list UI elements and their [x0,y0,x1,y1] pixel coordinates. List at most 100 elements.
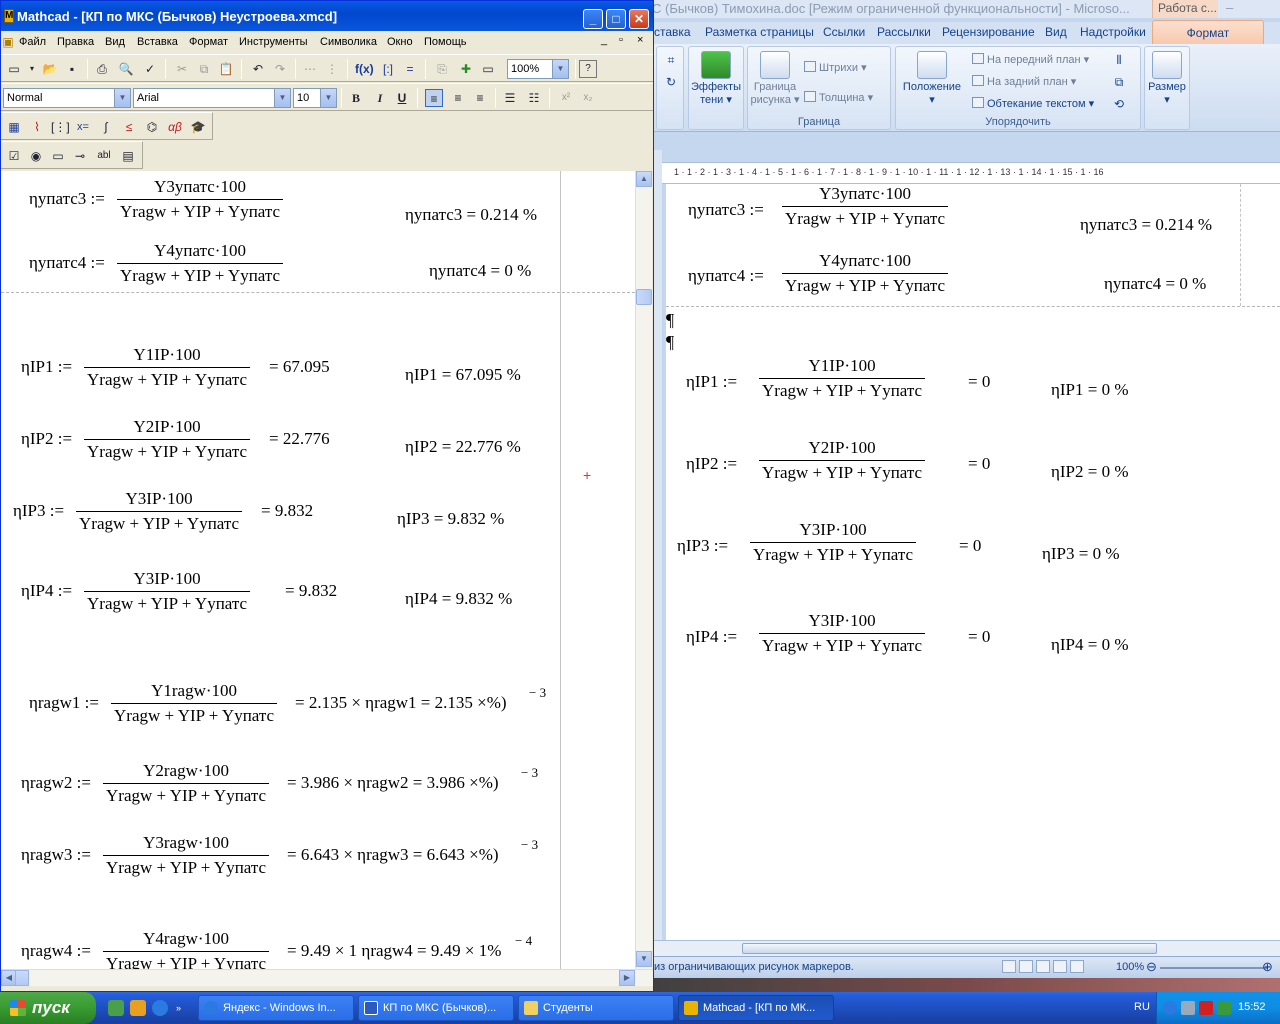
print-preview-icon[interactable]: 🔍 [117,60,135,78]
spell-check-icon[interactable]: ✓ [141,60,159,78]
mdi-minimize-icon[interactable]: _ [601,34,607,46]
text-wrap-button[interactable]: Обтекание текстом ▾ [972,97,1094,110]
word-horizontal-scrollbar[interactable] [652,940,1280,956]
zoom-in-icon[interactable]: ⊕ [1262,959,1273,975]
subscript-icon[interactable]: x₂ [579,89,597,107]
menu-insert[interactable]: Вставка [137,36,178,48]
rotate-icon[interactable]: ↻ [662,73,680,91]
undo-icon[interactable]: ↶ [249,60,267,78]
tab-page-layout[interactable]: Разметка страницы [705,25,814,39]
word-document-page[interactable]: ηупатс3 := Y3упатс·100 Yragw + YIP + Yуп… [666,184,1280,940]
graph-icon[interactable]: ⌇ [28,118,46,136]
menu-symbolics[interactable]: Символика [320,36,377,48]
send-to-back-button[interactable]: На задний план ▾ [972,75,1076,88]
shadow-effects-button[interactable]: Эффекты тени ▾ [691,51,741,107]
tab-insert[interactable]: ставка [654,25,691,39]
align-right-icon[interactable]: ≡ [471,89,489,107]
view-web-icon[interactable] [1036,960,1050,973]
insert-function-icon[interactable]: f(x) [355,60,374,78]
align-icon[interactable]: ⫴ [1110,51,1128,69]
push-button-control-icon[interactable]: ▭ [49,147,67,165]
menu-window[interactable]: Окно [387,36,413,48]
tab-review[interactable]: Рецензирование [942,25,1035,39]
italic-icon[interactable]: I [371,89,389,107]
menu-help[interactable]: Помощь [424,36,467,48]
bring-to-front-button[interactable]: На передний план ▾ [972,53,1089,66]
vertical-scrollbar[interactable]: ▲ ▼ [635,171,652,969]
tab-view[interactable]: Вид [1045,25,1067,39]
symbolic-icon[interactable]: 🎓 [189,118,207,136]
language-indicator[interactable]: RU [1134,1001,1150,1013]
view-buttons[interactable] [1002,960,1087,976]
underline-icon[interactable]: U [393,89,411,107]
matrix-icon[interactable]: [⋮] [51,118,70,136]
close-button[interactable]: ✕ [629,9,649,29]
evaluation-icon[interactable]: x= [74,118,92,136]
chevron-down-icon[interactable]: ▼ [552,60,568,78]
new-dropdown-icon[interactable]: ▾ [23,60,41,78]
tab-references[interactable]: Ссылки [823,25,865,39]
save-icon[interactable]: ▪ [63,60,81,78]
checkbox-control-icon[interactable]: ☑ [5,147,23,165]
quicklaunch-app-icon[interactable] [108,1000,124,1016]
numbering-icon[interactable]: ☷ [525,89,543,107]
insert-component-icon[interactable]: ✚ [457,60,475,78]
quicklaunch-media-icon[interactable] [130,1000,146,1016]
greek-icon[interactable]: αβ [166,118,184,136]
bold-icon[interactable]: B [347,89,365,107]
programming-icon[interactable]: ⌬ [143,118,161,136]
help-icon[interactable]: ? [579,60,597,78]
task-students-folder[interactable]: Студенты [518,995,674,1021]
menu-tools[interactable]: Инструменты [239,36,308,48]
menu-view[interactable]: Вид [105,36,125,48]
bullets-icon[interactable]: ☰ [501,89,519,107]
zoom-out-icon[interactable]: ⊖ [1146,959,1157,975]
start-button[interactable]: пуск [0,992,96,1024]
chevron-down-icon[interactable]: ▼ [114,89,130,107]
copy-icon[interactable]: ⧉ [195,60,213,78]
resources-icon[interactable]: ▭ [479,60,497,78]
network-icon[interactable] [1181,1001,1195,1015]
vscroll-thumb[interactable] [636,289,652,305]
tab-addins[interactable]: Надстройки [1080,25,1146,39]
zoom-slider[interactable] [1160,967,1268,969]
calculus-icon[interactable]: ∫ [97,118,115,136]
maximize-button[interactable]: □ [606,9,626,29]
calculate-icon[interactable]: = [401,60,419,78]
slider-control-icon[interactable]: ⊸ [71,147,89,165]
insert-hyperlink-icon[interactable]: ⎘ [433,60,451,78]
zoom-select[interactable]: 100% ▼ [507,59,569,79]
horizontal-scrollbar[interactable]: ◀ ▶ [1,969,653,986]
thickness-button[interactable]: Толщина ▾ [804,91,873,104]
print-icon[interactable]: ⎙ [93,60,111,78]
menu-format[interactable]: Формат [189,36,228,48]
view-draft-icon[interactable] [1070,960,1084,973]
textbox-control-icon[interactable]: abl [95,147,113,165]
align-across-icon[interactable]: ⋯ [301,60,319,78]
tab-format[interactable]: Формат [1152,20,1264,44]
word-window-buttons[interactable]: – □ [1220,0,1280,31]
chevron-down-icon[interactable]: ▼ [320,89,336,107]
view-fullscreen-icon[interactable] [1019,960,1033,973]
scroll-down-icon[interactable]: ▼ [636,951,652,967]
position-button[interactable]: Положение ▾ [898,51,966,107]
insert-unit-icon[interactable]: [:] [379,60,397,78]
size-button[interactable]: Размер ▾ [1147,51,1187,107]
scroll-up-icon[interactable]: ▲ [636,171,652,187]
align-center-icon[interactable]: ≡ [449,89,467,107]
safely-remove-icon[interactable] [1217,1001,1231,1015]
align-down-icon[interactable]: ⋮ [323,60,341,78]
internet-explorer-icon[interactable] [152,1000,168,1016]
listbox-control-icon[interactable]: ▤ [119,147,137,165]
scroll-right-icon[interactable]: ▶ [619,970,635,986]
mathcad-title-bar[interactable]: M Mathcad - [КП по МКС (Бычков) Неустрое… [1,1,653,31]
rotate-objects-icon[interactable]: ⟲ [1110,95,1128,113]
task-word-document[interactable]: КП по МКС (Бычков)... [358,995,514,1021]
view-outline-icon[interactable] [1053,960,1067,973]
font-size-select[interactable]: 10 ▼ [293,88,337,108]
hscroll-thumb[interactable] [15,970,29,986]
menu-file[interactable]: Файл [19,36,46,48]
picture-border-button[interactable]: Граница рисунка ▾ [750,51,800,107]
strokes-button[interactable]: Штрихи ▾ [804,61,867,74]
view-print-icon[interactable] [1002,960,1016,973]
